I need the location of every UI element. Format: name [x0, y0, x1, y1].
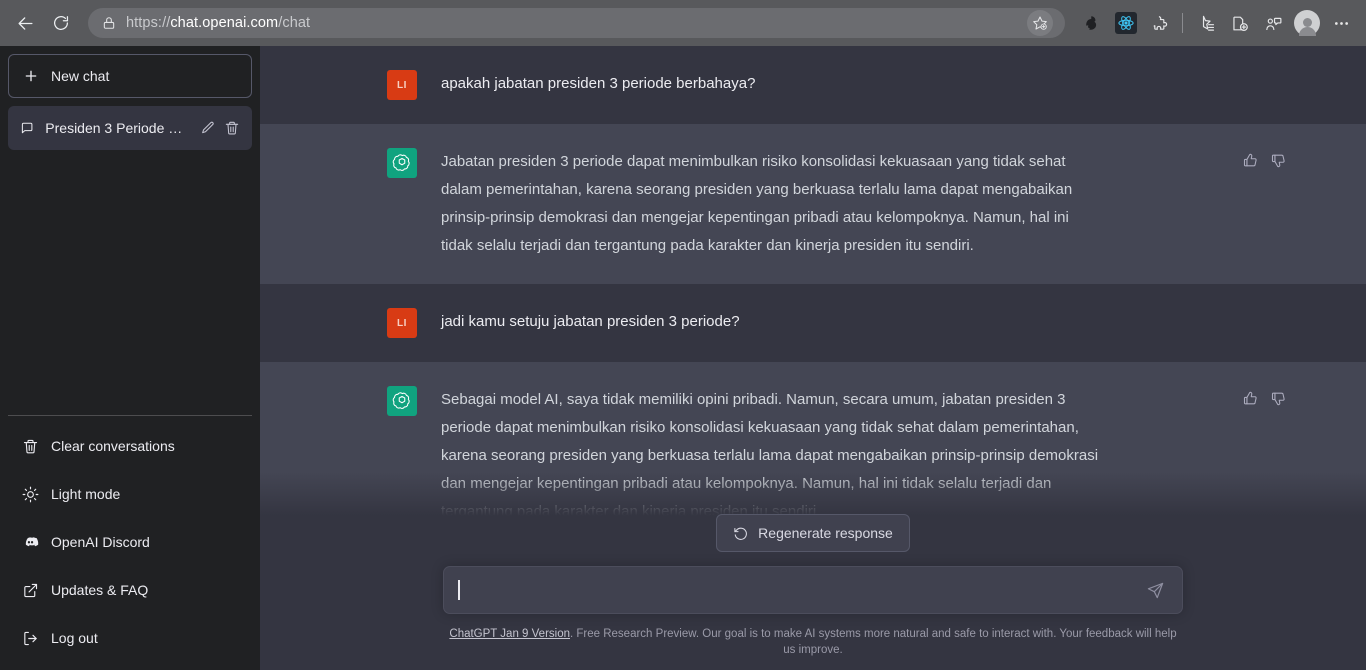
add-favorite-icon: [1033, 16, 1047, 30]
sidebar-item-label: Updates & FAQ: [51, 582, 149, 598]
message-feedback: [1239, 387, 1289, 409]
browser-extension-icons: [1077, 8, 1356, 38]
url-path: /chat: [278, 15, 311, 31]
extension-dark-icon: [1086, 16, 1097, 30]
sidebar-footer: Clear conversations Light mode OpenAI Di…: [8, 415, 252, 662]
thumbs-down-button[interactable]: [1267, 149, 1289, 171]
input-zone: ChatGPT Jan 9 Version. Free Research Pre…: [429, 566, 1197, 670]
collections-icon: [1232, 16, 1248, 31]
profile-button[interactable]: [1292, 8, 1322, 38]
more-options-icon: [1334, 21, 1348, 25]
pencil-icon[interactable]: [200, 120, 216, 136]
sidebar-item-label: Log out: [51, 630, 98, 646]
external-link-icon: [22, 582, 39, 599]
url-domain: chat.openai.com: [170, 15, 279, 31]
sidebar-item-label: Light mode: [51, 486, 121, 502]
reload-button[interactable]: [46, 8, 76, 38]
message-row-assistant: Jabatan presiden 3 periode dapat menimbu…: [260, 124, 1366, 284]
split-screen-icon: [1265, 17, 1281, 30]
sun-icon: [22, 486, 39, 503]
message-feedback: [1239, 149, 1289, 171]
trash-icon: [22, 438, 39, 455]
profile-avatar-icon: [1294, 10, 1320, 36]
message-text: apakah jabatan presiden 3 periode berbah…: [441, 75, 756, 92]
react-devtools-icon: [1115, 12, 1137, 34]
more-options-button[interactable]: [1326, 8, 1356, 38]
address-bar[interactable]: https://chat.openai.com/chat: [88, 8, 1065, 38]
chat-bubble-icon: [21, 122, 33, 134]
avatar-initials: LI: [397, 79, 407, 91]
avatar-assistant: [387, 386, 417, 416]
footer-disclaimer: ChatGPT Jan 9 Version. Free Research Pre…: [443, 614, 1183, 670]
thumbs-up-button[interactable]: [1239, 387, 1261, 409]
reload-icon: [54, 16, 69, 31]
app-shell: New chat Presiden 3 Periode Risiko: [0, 46, 1366, 670]
lock-icon: [103, 17, 115, 29]
send-button[interactable]: [1142, 577, 1168, 603]
conversation-item-presiden-3-periode-risiko[interactable]: Presiden 3 Periode Risiko: [8, 106, 252, 150]
conversation-actions: [200, 120, 240, 136]
trash-icon[interactable]: [224, 120, 240, 136]
openai-logo-icon: [392, 392, 410, 409]
sidebar-item-label: OpenAI Discord: [51, 534, 150, 550]
message-input[interactable]: [443, 566, 1183, 614]
conversation-title: Presiden 3 Periode Risiko: [45, 120, 189, 136]
chat-main: LI apakah jabatan presiden 3 periode ber…: [260, 46, 1366, 670]
favorites-button[interactable]: [1190, 8, 1220, 38]
thumbs-down-button[interactable]: [1267, 387, 1289, 409]
discord-icon: [22, 534, 39, 551]
plus-icon: [25, 70, 37, 82]
avatar-user: LI: [387, 308, 417, 338]
collections-button[interactable]: [1224, 8, 1254, 38]
new-chat-button[interactable]: New chat: [8, 54, 252, 98]
version-link[interactable]: ChatGPT Jan 9 Version: [449, 628, 570, 640]
sidebar-item-label: Clear conversations: [51, 438, 175, 454]
text-caret: [458, 580, 460, 600]
conversation-list: Presiden 3 Periode Risiko: [8, 106, 252, 415]
sidebar-item-light-mode[interactable]: Light mode: [8, 470, 252, 518]
new-chat-label: New chat: [51, 68, 110, 84]
footer-rest-text: . Free Research Preview. Our goal is to …: [570, 628, 1177, 656]
puzzle-extensions-icon: [1153, 15, 1167, 30]
regenerate-label: Regenerate response: [758, 525, 893, 541]
sidebar-item-updates-and-faq[interactable]: Updates & FAQ: [8, 566, 252, 614]
message-row-user: LI jadi kamu setuju jabatan presiden 3 p…: [260, 284, 1366, 362]
add-favorite-button[interactable]: [1027, 10, 1053, 36]
sidebar-item-openai-discord[interactable]: OpenAI Discord: [8, 518, 252, 566]
message-text: jadi kamu setuju jabatan presiden 3 peri…: [441, 313, 740, 330]
message-text: Jabatan presiden 3 periode dapat menimbu…: [441, 153, 1077, 254]
split-screen-button[interactable]: [1258, 8, 1288, 38]
refresh-icon: [734, 527, 748, 540]
composer-area: Regenerate response ChatGPT Jan 9 Versio…: [260, 472, 1366, 670]
toolbar-divider: [1182, 13, 1183, 33]
sidebar-item-log-out[interactable]: Log out: [8, 614, 252, 662]
url-text: https://chat.openai.com/chat: [126, 15, 1017, 31]
avatar-user: LI: [387, 70, 417, 100]
send-plane-icon: [1147, 582, 1163, 598]
puzzle-extensions-button[interactable]: [1145, 8, 1175, 38]
openai-logo-icon: [392, 154, 410, 171]
url-prefix: https://: [126, 15, 171, 31]
favorites-icon: [1202, 15, 1214, 31]
message-row-user: LI apakah jabatan presiden 3 periode ber…: [260, 46, 1366, 124]
extension-dark-button[interactable]: [1077, 8, 1107, 38]
browser-toolbar: https://chat.openai.com/chat: [0, 0, 1366, 46]
sidebar-item-clear-conversations[interactable]: Clear conversations: [8, 422, 252, 470]
sidebar: New chat Presiden 3 Periode Risiko: [0, 46, 260, 670]
thumbs-up-button[interactable]: [1239, 149, 1261, 171]
avatar-assistant: [387, 148, 417, 178]
regenerate-response-button[interactable]: Regenerate response: [716, 514, 910, 552]
regenerate-row: Regenerate response: [260, 514, 1366, 552]
back-arrow-icon: [17, 16, 33, 30]
avatar-initials: LI: [397, 317, 407, 329]
logout-icon: [22, 630, 39, 647]
react-devtools-button[interactable]: [1111, 8, 1141, 38]
back-button[interactable]: [10, 8, 40, 38]
